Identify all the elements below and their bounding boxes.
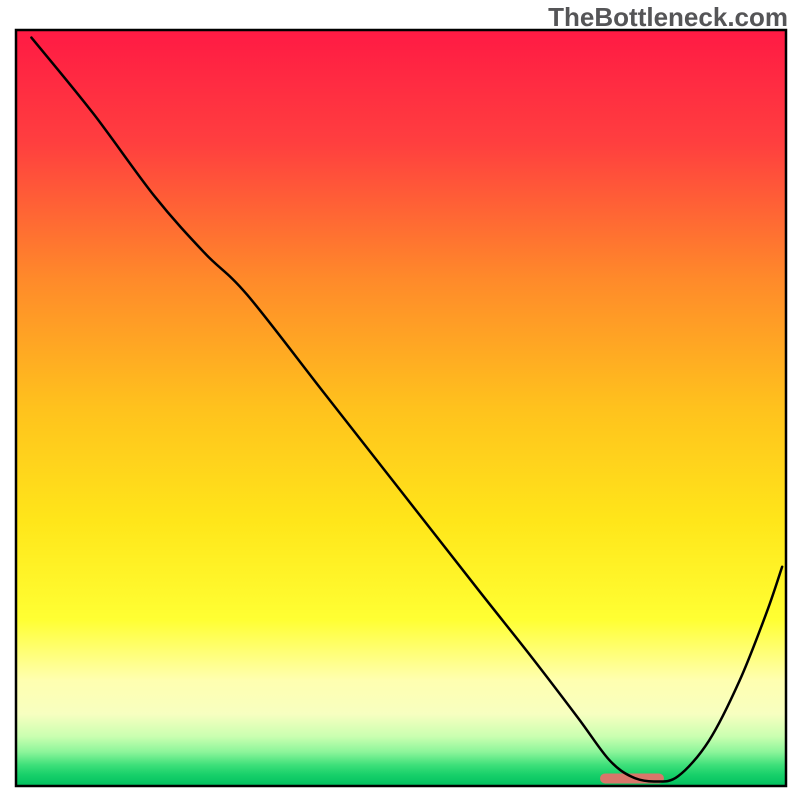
gradient-background	[16, 30, 786, 786]
bottleneck-chart: TheBottleneck.com	[0, 0, 800, 800]
chart-canvas	[0, 0, 800, 800]
watermark-text: TheBottleneck.com	[548, 2, 788, 33]
